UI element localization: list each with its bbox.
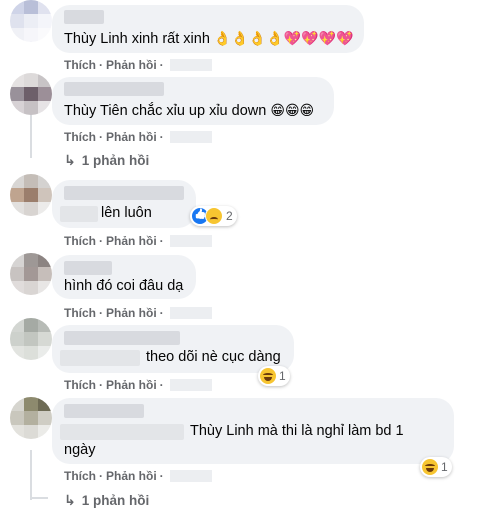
reply-link[interactable]: Phản hồi [106,469,157,483]
blurred-mention [60,424,184,440]
like-link[interactable]: Thích [64,130,96,144]
blurred-timestamp [169,470,212,482]
blurred-timestamp [169,379,212,391]
like-link[interactable]: Thích [64,469,96,483]
emoji-sequence: 👌👌👌👌💖💖💖💖 [213,30,354,46]
avatar[interactable] [10,253,52,295]
avatar[interactable] [10,0,52,42]
reaction-count[interactable]: 1 [258,366,290,386]
avatar[interactable] [10,397,52,439]
reply-link[interactable]: Phản hồi [106,234,157,248]
blurred-author-name [64,261,112,275]
haha-reaction-icon [260,368,276,384]
sad-reaction-icon [205,207,223,225]
emoji-sequence: 😁😁😁 [270,102,315,118]
haha-reaction-icon [422,459,438,475]
comment-actions: Thích · Phản hồi · [64,378,212,392]
reaction-count[interactable]: 2 [190,206,237,226]
reply-link[interactable]: Phản hồi [106,58,157,72]
like-link[interactable]: Thích [64,378,96,392]
like-link[interactable]: Thích [64,234,96,248]
blurred-author-name [64,186,184,200]
reply-link[interactable]: Phản hồi [106,130,157,144]
blurred-author-name [64,10,104,24]
thread-line [30,450,32,500]
reply-link[interactable]: Phản hồi [106,306,157,320]
blurred-mention [60,350,140,366]
comment-text: theo dõi nè cục dàng [146,349,281,365]
thread-line [30,110,32,158]
reply-link[interactable]: Phản hồi [106,378,157,392]
reply-arrow-icon: ↳ [64,492,76,508]
blurred-author-name [64,404,144,418]
blurred-timestamp [169,59,212,71]
like-link[interactable]: Thích [64,58,96,72]
comment-text: Thùy Linh xinh rất xinh 👌👌👌👌💖💖💖💖 [64,30,354,47]
blurred-timestamp [169,131,212,143]
comment-actions: Thích · Phản hồi · [64,306,212,320]
blurred-timestamp [169,235,212,247]
comment-text: Thùy Tiên chắc xỉu up xỉu down 😁😁😁 [64,102,315,119]
blurred-author-name [64,82,164,96]
reply-arrow-icon: ↳ [64,152,76,168]
comment-text: lên luôn [101,205,152,221]
blurred-mention [60,206,98,222]
comment-actions: Thích · Phản hồi · [64,469,212,483]
comment-text-line2: ngày [64,442,96,458]
avatar[interactable] [10,174,52,216]
reaction-count[interactable]: 1 [420,457,452,477]
avatar[interactable] [10,73,52,115]
thread-line-curve [30,497,48,499]
comment-actions: Thích · Phản hồi · [64,234,212,248]
blurred-author-name [64,331,180,345]
comment-actions: Thích · Phản hồi · [64,58,212,72]
like-link[interactable]: Thích [64,306,96,320]
comment-text: Thùy Linh mà thi là nghỉ làm bd 1 [190,423,404,439]
comment-text: hình đó coi đâu dạ [64,278,184,294]
blurred-timestamp [169,307,212,319]
avatar[interactable] [10,318,52,360]
comment-actions: Thích · Phản hồi · [64,130,212,144]
view-replies-link[interactable]: ↳ 1 phản hồi [64,152,149,169]
view-replies-link[interactable]: ↳ 1 phản hồi [64,492,149,509]
